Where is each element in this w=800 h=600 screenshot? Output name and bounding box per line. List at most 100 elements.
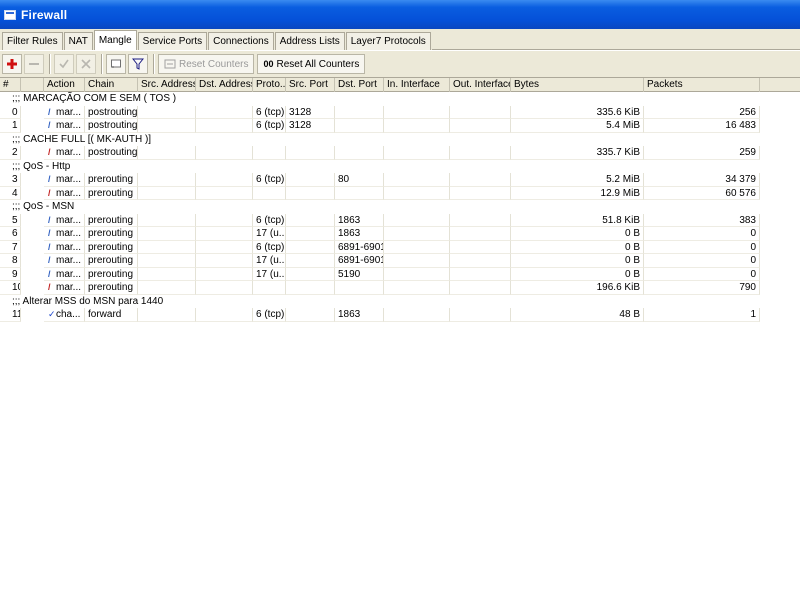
- rule-comment[interactable]: ;;; QoS - Http: [0, 160, 800, 174]
- cell-dst-port: [335, 105, 384, 119]
- cell-out-interface: [450, 267, 511, 281]
- cell-out-interface: [450, 105, 511, 119]
- table-row[interactable]: 6 / mar... prerouting 17 (u... 1863 0 B 0: [0, 227, 800, 241]
- cell-out-interface: [450, 146, 511, 160]
- table-row[interactable]: 8 /mar... prerouting 17 (u... 6891-6901 …: [0, 254, 800, 268]
- tab-address-lists[interactable]: Address Lists: [274, 32, 345, 50]
- cell-bytes: 335.7 KiB: [511, 146, 644, 160]
- column-header-dst-address[interactable]: Dst. Address: [196, 78, 253, 92]
- pencil-icon: /: [48, 147, 51, 157]
- column-header-dst-port[interactable]: Dst. Port: [335, 78, 384, 92]
- cell-dst-address: [196, 227, 253, 241]
- cell-in-interface: [384, 227, 450, 241]
- cell-number: 4: [0, 186, 21, 200]
- column-header-bytes[interactable]: Bytes: [511, 78, 644, 92]
- comment-button[interactable]: [106, 54, 126, 74]
- cell-action: / mar...: [44, 281, 85, 295]
- cell-out-interface: [450, 119, 511, 133]
- cell-out-interface: [450, 227, 511, 241]
- cell-number: 6: [0, 227, 21, 241]
- cell-dst-port: [335, 186, 384, 200]
- reset-counters-button[interactable]: Reset Counters: [158, 54, 255, 74]
- tab-filter-rules[interactable]: Filter Rules: [2, 32, 63, 50]
- cell-number: 0: [0, 105, 21, 119]
- rule-comment[interactable]: ;;; MARCAÇÃO COM E SEM ( TOS ): [0, 92, 800, 106]
- cell-bytes: 5.2 MiB: [511, 173, 644, 187]
- cell-in-interface: [384, 267, 450, 281]
- filter-button[interactable]: [128, 54, 148, 74]
- cell-action-text: cha...: [56, 309, 81, 320]
- cell-dst-address: [196, 254, 253, 268]
- table-row[interactable]: 3 /mar... prerouting 6 (tcp) 80 5.2 MiB …: [0, 173, 800, 187]
- cell-protocol: 6 (tcp): [253, 105, 286, 119]
- column-header-blank[interactable]: [21, 78, 44, 92]
- reset-all-counters-button[interactable]: 00 Reset All Counters: [257, 54, 366, 74]
- table-header: # Action Chain Src. Address Dst. Address…: [0, 78, 800, 92]
- table-row[interactable]: 7 / mar... prerouting 6 (tcp) 6891-6901 0…: [0, 240, 800, 254]
- pencil-icon: /: [48, 187, 51, 198]
- cell-src-port: [286, 173, 335, 187]
- column-header-in-interface[interactable]: In. Interface: [384, 78, 450, 92]
- column-header-out-interface[interactable]: Out. Interface: [450, 78, 511, 92]
- pencil-icon: /: [48, 228, 51, 238]
- cell-out-interface: [450, 281, 511, 295]
- cell-src-address: [138, 119, 196, 133]
- remove-button[interactable]: [24, 54, 44, 74]
- table-row[interactable]: 4 / mar... prerouting 12.9 MiB 60 576: [0, 186, 800, 200]
- tab-service-ports[interactable]: Service Ports: [137, 32, 208, 50]
- table-row[interactable]: 5 / mar... prerouting 6 (tcp) 1863 51.8 K…: [0, 213, 800, 227]
- filter-icon: [132, 58, 144, 70]
- comment-icon: [111, 59, 121, 68]
- cell-src-port: 3128: [286, 119, 335, 133]
- tab-layer7-protocols[interactable]: Layer7 Protocols: [345, 32, 431, 50]
- rule-comment[interactable]: ;;; Alterar MSS do MSN para 1440: [0, 295, 800, 309]
- tab-mangle[interactable]: Mangle: [93, 30, 137, 50]
- cell-src-address: [138, 267, 196, 281]
- cell-dst-address: [196, 308, 253, 322]
- check-icon: [59, 59, 69, 69]
- column-header-number[interactable]: #: [0, 78, 21, 92]
- tab-connections[interactable]: Connections: [208, 32, 274, 50]
- cell-dst-port: 5190: [335, 267, 384, 281]
- rule-comment[interactable]: ;;; QoS - MSN: [0, 200, 800, 214]
- table-row[interactable]: 11 ✓cha... forward 6 (tcp) 1863 48 B 1: [0, 308, 800, 322]
- cell-src-port: [286, 240, 335, 254]
- disable-button[interactable]: [76, 54, 96, 74]
- table-row[interactable]: 10 / mar... prerouting 196.6 KiB 790: [0, 281, 800, 295]
- cell-src-address: [138, 105, 196, 119]
- cell-dst-address: [196, 213, 253, 227]
- cell-src-port: [286, 146, 335, 160]
- cell-action-text: mar...: [56, 174, 82, 185]
- cell-src-port: [286, 308, 335, 322]
- cell-chain: prerouting: [85, 240, 138, 254]
- column-header-chain[interactable]: Chain: [85, 78, 138, 92]
- add-button[interactable]: [2, 54, 22, 74]
- cell-dst-port: [335, 119, 384, 133]
- cell-protocol: 6 (tcp): [253, 173, 286, 187]
- table-row[interactable]: 0 / mar... postrouting 6 (tcp) 3128 335.6…: [0, 105, 800, 119]
- table-row[interactable]: 9 / mar... prerouting 17 (u... 5190 0 B 0: [0, 267, 800, 281]
- cell-bytes: 0 B: [511, 267, 644, 281]
- cell-in-interface: [384, 213, 450, 227]
- cell-chain: postrouting: [85, 146, 138, 160]
- column-header-src-port[interactable]: Src. Port: [286, 78, 335, 92]
- cell-dst-address: [196, 173, 253, 187]
- column-header-action[interactable]: Action: [44, 78, 85, 92]
- cell-in-interface: [384, 186, 450, 200]
- column-header-src-address[interactable]: Src. Address: [138, 78, 196, 92]
- tab-nat[interactable]: NAT: [63, 32, 93, 50]
- table-row[interactable]: 2 / mar... postrouting 335.7 KiB 259: [0, 146, 800, 160]
- table-row[interactable]: 1 / mar... postrouting 6 (tcp) 3128 5.4 M…: [0, 119, 800, 133]
- cell-protocol: [253, 281, 286, 295]
- tab-bar: Filter Rules NAT Mangle Service Ports Co…: [0, 29, 800, 50]
- cell-out-interface: [450, 308, 511, 322]
- cell-src-port: [286, 213, 335, 227]
- column-header-packets[interactable]: Packets: [644, 78, 760, 92]
- cell-dst-port: [335, 281, 384, 295]
- column-header-protocol[interactable]: Proto...: [253, 78, 286, 92]
- rule-comment[interactable]: ;;; CACHE FULL [( MK-AUTH )]: [0, 133, 800, 147]
- cell-in-interface: [384, 240, 450, 254]
- cell-protocol: [253, 146, 286, 160]
- enable-button[interactable]: [54, 54, 74, 74]
- window-title: Firewall: [21, 7, 68, 22]
